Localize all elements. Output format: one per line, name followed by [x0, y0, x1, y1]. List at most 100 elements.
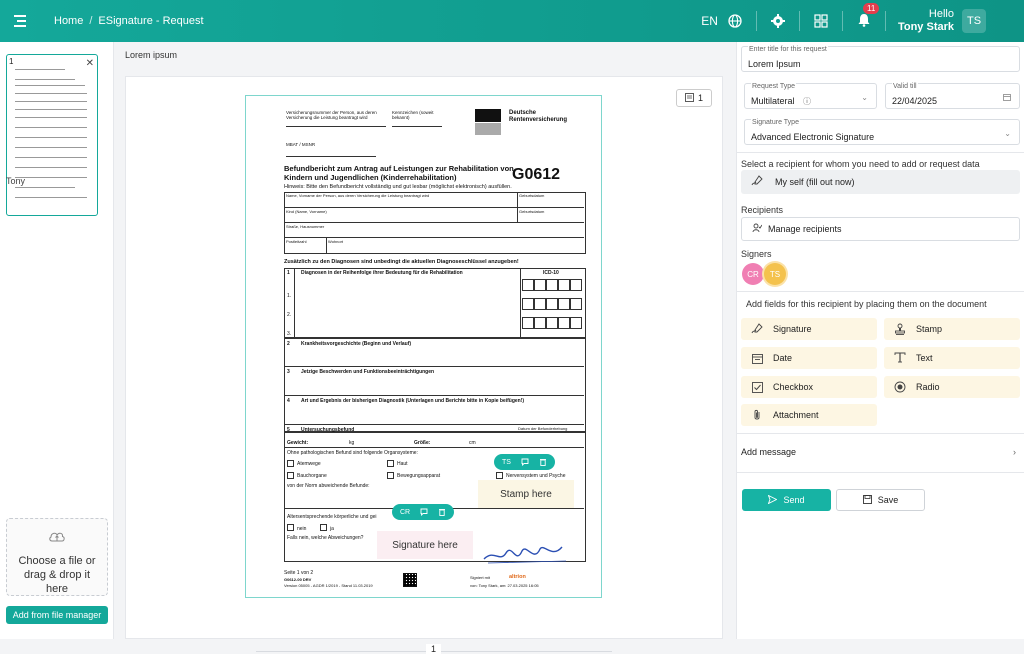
section-1-title: Diagnosen in der Reihenfolge ihrer Bedeu… [301, 270, 463, 276]
notifications-button[interactable]: 11 [857, 2, 880, 30]
send-button[interactable]: Send [742, 489, 831, 511]
breadcrumb-home[interactable]: Home [54, 15, 83, 27]
checkbox-bewegungsapparat[interactable] [387, 472, 394, 479]
document-page[interactable]: Versicherungsnummer der Person, aus dere… [245, 95, 602, 598]
divider [737, 152, 1024, 153]
recipient-ts-field-toolbar[interactable]: TS [494, 454, 555, 470]
diagnosis-line-2: 2. [287, 312, 292, 318]
groesse-label: Größe: [414, 440, 431, 446]
users-icon [752, 223, 763, 235]
diagnoses-heading: Zusätzlich zu den Diagnosen sind unbedin… [284, 259, 519, 265]
signers-label: Signers [741, 249, 772, 259]
page-number: 1 [426, 644, 442, 654]
tool-stamp[interactable]: Stamp [884, 318, 1020, 340]
tool-label: Attachment [773, 410, 819, 420]
tool-checkbox[interactable]: Checkbox [741, 376, 877, 398]
page-counter[interactable]: 1 [676, 89, 712, 107]
grid-icon[interactable] [814, 14, 828, 28]
globe-icon[interactable] [728, 14, 742, 28]
checkbox-atemwege[interactable] [287, 460, 294, 467]
page-list-icon [685, 92, 694, 104]
recipient-cr-field-toolbar[interactable]: CR [392, 504, 455, 520]
signature-placeholder[interactable]: Signature here [377, 531, 473, 559]
signature-pen-icon [751, 175, 763, 189]
recipient-prompt: Select a recipient for whom you need to … [741, 159, 980, 169]
signed-label: Signiert mit [470, 575, 491, 580]
signature-icon [751, 323, 763, 335]
bell-icon [858, 13, 870, 27]
gewicht-label: Gewicht: [287, 440, 309, 446]
stamp-placeholder[interactable]: Stamp here [478, 480, 574, 508]
signature-type-label: Signature Type [751, 119, 800, 126]
page-footer-version-1: G0612-00 DRV [284, 577, 312, 582]
thumbnail-number: 1 [9, 57, 14, 66]
notification-badge: 11 [862, 2, 880, 14]
recipients-label: Recipients [741, 205, 784, 215]
checkbox-bauchorgane[interactable] [287, 472, 294, 479]
form-header-mid: Kennzeichen (soweit bekannt) [392, 110, 434, 120]
atemwege-label: Atemwege [297, 461, 321, 467]
close-icon[interactable]: ✕ [86, 58, 94, 69]
title-field-value: Lorem Ipsum [748, 59, 801, 69]
kg-label: kg [349, 440, 355, 446]
gear-icon[interactable] [770, 14, 785, 28]
request-type-label: Request Type [751, 83, 797, 90]
checkbox-icon [751, 381, 763, 393]
divider [755, 11, 757, 31]
row-strasse-label: Straße, Hausnummer [286, 224, 325, 229]
tool-signature[interactable]: Signature [741, 318, 877, 340]
avatar[interactable]: TS [962, 9, 986, 33]
tool-label: Date [773, 353, 793, 363]
signer-avatar-ts[interactable]: TS [764, 263, 786, 285]
tool-attachment[interactable]: Attachment [741, 404, 877, 426]
trash-icon[interactable] [438, 508, 446, 516]
cloud-upload-icon [7, 529, 107, 548]
qr-code [403, 573, 417, 587]
page-thumbnail[interactable]: 1 ✕ [6, 54, 98, 216]
ohne-label: Ohne pathologischen Befund sind folgende… [287, 450, 418, 456]
upload-instructions: Choose a file or drag & drop it here [18, 555, 96, 595]
self-recipient-option[interactable]: My self (fill out now) [741, 170, 1020, 194]
signer-avatar-cr[interactable]: CR [742, 263, 764, 285]
tool-radio[interactable]: Radio [884, 376, 1020, 398]
diagnosis-line-3: 3. [287, 331, 292, 337]
row-geb-label-2: Geburtsdatum [519, 209, 545, 214]
file-upload-dropzone[interactable]: Choose a file or drag & drop it here [6, 518, 108, 596]
add-from-file-manager-button[interactable]: Add from file manager [6, 606, 108, 624]
tool-date[interactable]: Date [741, 347, 877, 369]
tool-text[interactable]: Text [884, 347, 1020, 369]
page-footer-version-2: Version 05005 - AGDR 1/2019 - Stand 11.0… [284, 583, 373, 588]
calendar-icon[interactable] [1003, 93, 1011, 103]
document-area: Lorem ipsum 1 Versicherungsnummer der Pe… [115, 42, 840, 654]
ja-label: ja [330, 526, 334, 532]
manage-recipients-button[interactable]: Manage recipients [741, 217, 1020, 241]
checkbox-haut[interactable] [387, 460, 394, 467]
top-bar: Home / ESignature - Request EN 11 Hello … [0, 0, 1024, 42]
save-button[interactable]: Save [836, 489, 925, 511]
valid-till-date-field[interactable]: Valid till 22/04/2025 [885, 83, 1020, 109]
divider [737, 472, 1024, 473]
paperclip-icon [751, 409, 763, 421]
signature-type-select[interactable]: Signature Type Advanced Electronic Signa… [744, 119, 1020, 145]
checkbox-nervensystem[interactable] [496, 472, 503, 479]
comment-icon[interactable] [420, 508, 428, 517]
field-owner-initials: CR [400, 508, 411, 516]
comment-icon[interactable] [521, 458, 529, 467]
info-icon[interactable]: ⓘ [803, 96, 811, 107]
title-field[interactable]: Enter title for this request Lorem Ipsum [741, 46, 1020, 72]
menu-toggle-icon[interactable] [14, 15, 28, 27]
trash-icon[interactable] [539, 458, 547, 466]
request-type-select[interactable]: Request Type Multilateral ⓘ ⌄ [744, 83, 877, 109]
checkbox-ja[interactable] [320, 524, 327, 531]
divider [798, 11, 800, 31]
checkbox-nein[interactable] [287, 524, 294, 531]
user-name: Tony Stark [897, 21, 954, 33]
language-label[interactable]: EN [701, 14, 718, 28]
document-viewer[interactable]: 1 Versicherungsnummer der Person, aus de… [125, 76, 723, 654]
section-2-number: 2 [287, 341, 290, 347]
chevron-down-icon: ⌄ [861, 93, 868, 102]
add-message-row[interactable]: Add message › [741, 447, 1020, 461]
title-field-label: Enter title for this request [748, 46, 828, 53]
page-thumbnails-panel: 1 ✕ Tony Choose a file or drag & drop it… [0, 42, 114, 639]
form-mbat: MBAT / MSNR [286, 142, 316, 147]
